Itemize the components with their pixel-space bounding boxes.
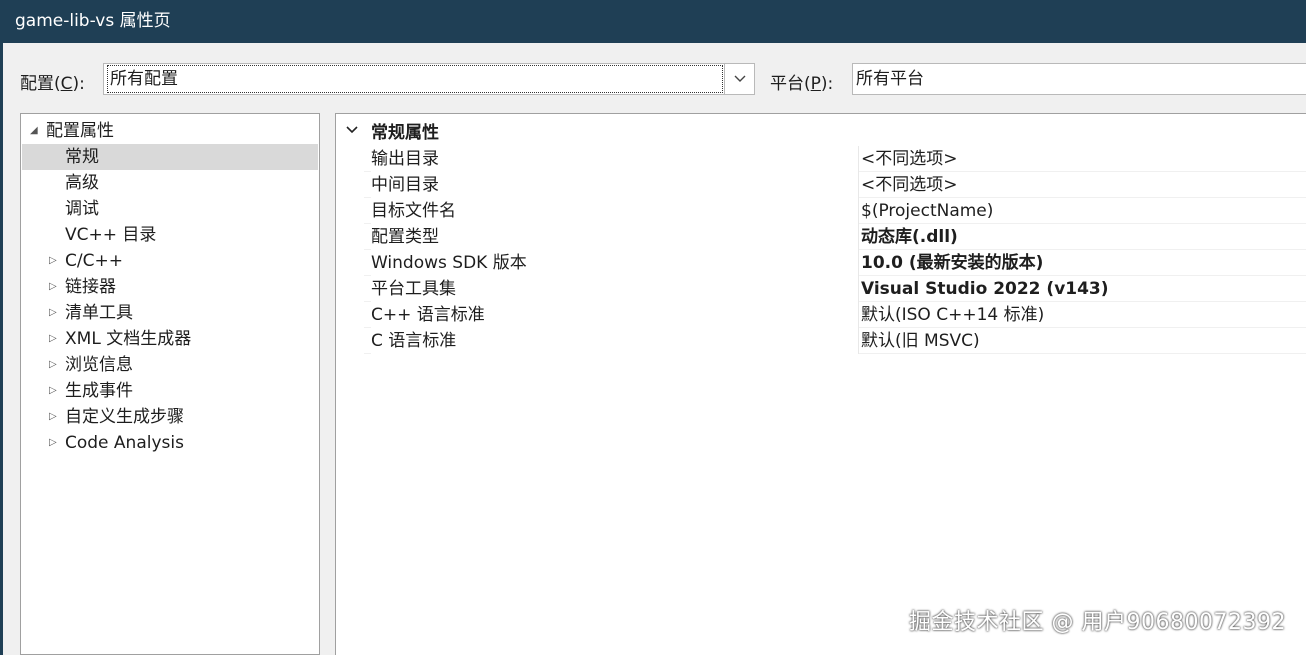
title-bar: game-lib-vs 属性页 (0, 0, 1306, 43)
expand-triangle-icon[interactable]: ▷ (49, 274, 57, 300)
tree-item-label: 常规 (65, 147, 99, 167)
expand-triangle-icon[interactable]: ▷ (49, 326, 57, 352)
property-name: Windows SDK 版本 (371, 250, 859, 276)
tree-item-label: VC++ 目录 (65, 225, 157, 245)
platform-combo[interactable]: 所有平台 (852, 63, 1306, 95)
expanded-triangle-icon: ◢ (30, 125, 38, 136)
row-gutter (336, 302, 364, 328)
tree-item-label: C/C++ (65, 251, 123, 271)
config-combo-value: 所有配置 (107, 65, 723, 93)
property-name: 目标文件名 (371, 198, 859, 224)
row-gutter (336, 146, 364, 172)
tree-item[interactable]: VC++ 目录 (22, 222, 318, 248)
property-value[interactable]: $(ProjectName) (861, 198, 993, 224)
tree-item[interactable]: ▷ 链接器 (22, 274, 318, 300)
tree-item-label: 生成事件 (65, 381, 133, 401)
row-gutter (336, 328, 364, 354)
property-name: 配置类型 (371, 224, 859, 250)
tree-item[interactable]: ▷ 浏览信息 (22, 352, 318, 378)
tree-item[interactable]: ▷ Code Analysis (22, 430, 318, 456)
tree-item[interactable]: ▷ 生成事件 (22, 378, 318, 404)
tree-item[interactable]: 高级 (22, 170, 318, 196)
tree-item[interactable]: ▷ 自定义生成步骤 (22, 404, 318, 430)
property-row[interactable]: Windows SDK 版本 10.0 (最新安装的版本) (336, 250, 1306, 276)
chevron-down-icon (734, 75, 745, 82)
tree-item-label: 清单工具 (65, 303, 133, 323)
category-header[interactable]: 常规属性 (336, 120, 1306, 146)
category-label: 常规属性 (371, 123, 439, 143)
chevron-down-icon (346, 126, 358, 134)
expand-triangle-icon[interactable]: ▷ (49, 404, 57, 430)
property-value[interactable]: 10.0 (最新安装的版本) (861, 250, 1043, 276)
property-value[interactable]: 默认(ISO C++14 标准) (861, 302, 1044, 328)
property-name: C++ 语言标准 (371, 302, 859, 328)
window-title: game-lib-vs 属性页 (15, 11, 171, 31)
expand-triangle-icon[interactable]: ▷ (49, 378, 57, 404)
property-name: 平台工具集 (371, 276, 859, 302)
row-gutter (336, 224, 364, 250)
property-tree: ◢ 配置属性 常规高级调试 VC++ 目录 ▷ C/C++ ▷ 链接器 ▷ 清单工具 ▷ XML … (20, 113, 320, 655)
tree-item[interactable]: ▷ C/C++ (22, 248, 318, 274)
tree-item-label: XML 文档生成器 (65, 329, 192, 349)
tree-item-label: 链接器 (65, 277, 116, 297)
property-grid: 常规属性 输出目录 <不同选项> 中间目录 <不同选项> 目标文件名 $(ProjectN… (335, 113, 1306, 655)
tree-item[interactable]: ▷ 清单工具 (22, 300, 318, 326)
config-combo[interactable]: 所有配置 (103, 63, 725, 95)
row-gutter (336, 276, 364, 302)
property-name: C 语言标准 (371, 328, 859, 354)
property-row[interactable]: 配置类型 动态库(.dll) (336, 224, 1306, 250)
tree-item[interactable]: ▷ XML 文档生成器 (22, 326, 318, 352)
row-gutter (336, 172, 364, 198)
config-row: 配置(C): 所有配置 平台(P): 所有平台 (0, 43, 1306, 113)
row-gutter (336, 250, 364, 276)
tree-item-label: 调试 (65, 199, 99, 219)
expand-triangle-icon[interactable]: ▷ (49, 248, 57, 274)
property-value[interactable]: <不同选项> (861, 172, 958, 198)
expand-triangle-icon[interactable]: ▷ (49, 430, 57, 456)
tree-item[interactable]: 常规 (22, 144, 318, 170)
property-row[interactable]: 输出目录 <不同选项> (336, 146, 1306, 172)
platform-label: 平台(P): (770, 74, 834, 94)
config-dropdown-button[interactable] (725, 63, 755, 95)
watermark: 掘金技术社区 @ 用户90680072392 (909, 610, 1286, 635)
property-row[interactable]: C 语言标准 默认(旧 MSVC) (336, 328, 1306, 354)
property-value[interactable]: Visual Studio 2022 (v143) (861, 276, 1109, 302)
property-value[interactable]: <不同选项> (861, 146, 958, 172)
expand-triangle-icon[interactable]: ▷ (49, 352, 57, 378)
property-row[interactable]: 目标文件名 $(ProjectName) (336, 198, 1306, 224)
tree-item-label: Code Analysis (65, 433, 184, 453)
property-value[interactable]: 动态库(.dll) (861, 224, 958, 250)
property-name: 中间目录 (371, 172, 859, 198)
property-row[interactable]: 中间目录 <不同选项> (336, 172, 1306, 198)
tree-root-label: 配置属性 (46, 121, 114, 141)
window-edge (0, 43, 3, 655)
platform-combo-value: 所有平台 (856, 69, 924, 89)
property-row[interactable]: C++ 语言标准 默认(ISO C++14 标准) (336, 302, 1306, 328)
property-row[interactable]: 平台工具集 Visual Studio 2022 (v143) (336, 276, 1306, 302)
expand-triangle-icon[interactable]: ▷ (49, 300, 57, 326)
tree-item-label: 自定义生成步骤 (65, 407, 184, 427)
property-value[interactable]: 默认(旧 MSVC) (861, 328, 980, 354)
property-name: 输出目录 (371, 146, 859, 172)
config-label: 配置(C): (20, 74, 85, 94)
row-gutter (336, 198, 364, 224)
tree-item-label: 浏览信息 (65, 355, 133, 375)
tree-item[interactable]: 调试 (22, 196, 318, 222)
tree-item-label: 高级 (65, 173, 99, 193)
